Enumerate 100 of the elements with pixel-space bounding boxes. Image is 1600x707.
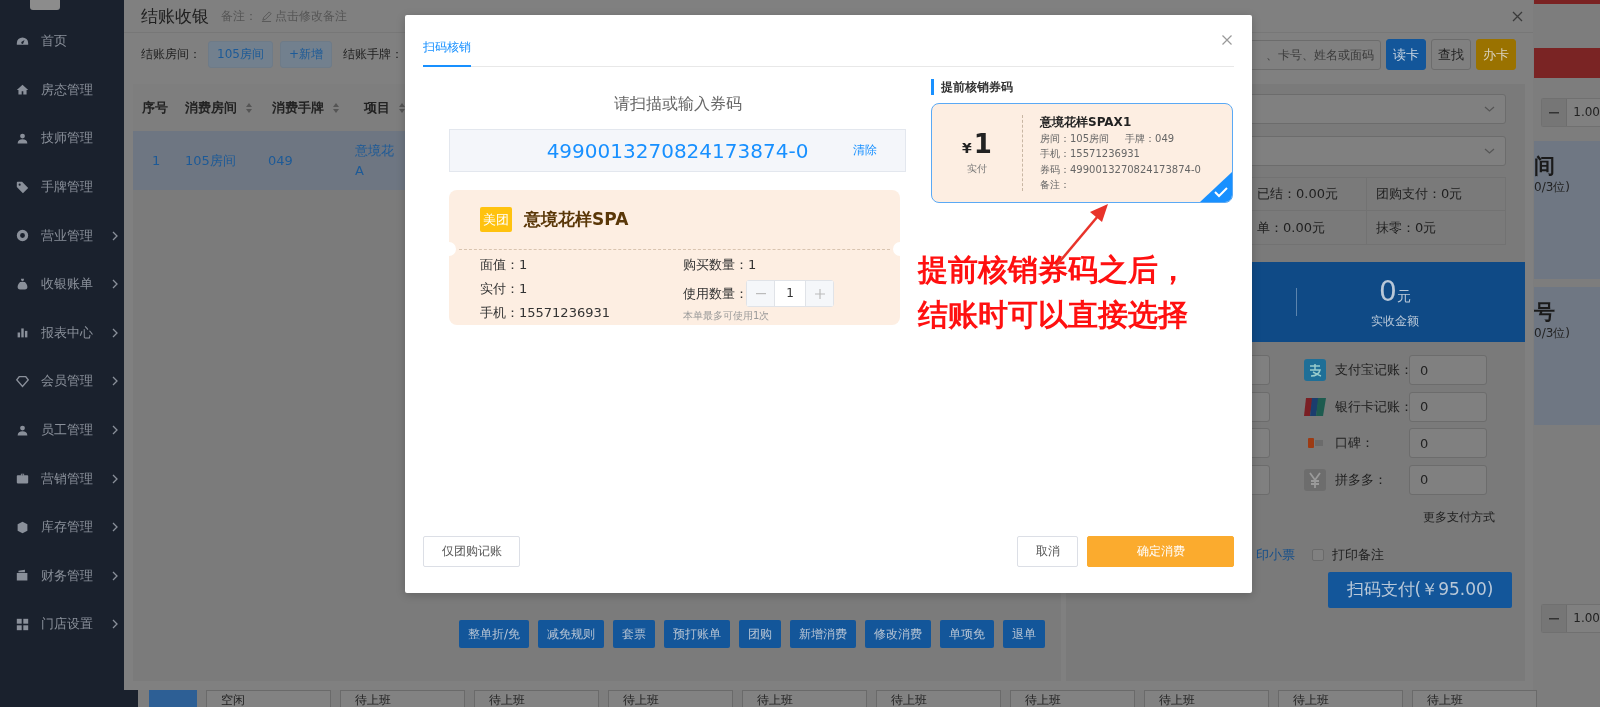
coupon-detail: 房间：105房间 (1040, 131, 1110, 146)
room-tile[interactable]: 待上班 (340, 690, 465, 707)
field-label: 结账手牌： (342, 46, 403, 63)
table-cell-text: 105房间 (184, 151, 237, 170)
coupon-code-field[interactable]: 4990013270824173874-0 清除 (449, 129, 906, 172)
quantity-stepper[interactable]: 1.00 (1541, 604, 1600, 633)
section-title: 提前核销券码 (931, 79, 1233, 95)
close-icon[interactable] (1222, 35, 1232, 45)
minus-icon[interactable] (755, 292, 766, 295)
annotation-text: 提前核销券码之后， (918, 251, 1188, 289)
summary-value: 团购支付：0元 (1367, 178, 1505, 211)
amount-field[interactable]: 0 (1409, 464, 1487, 495)
menu-item[interactable]: 营销管理 (0, 454, 124, 503)
field-label: 拼多多： (1335, 470, 1388, 489)
minus-icon[interactable] (1549, 617, 1560, 620)
quantity-stepper[interactable]: 1 (746, 280, 834, 307)
menu-item[interactable]: 库存管理 (0, 502, 124, 552)
room-tile[interactable]: 待上班 (1412, 690, 1537, 707)
diamond-icon (16, 374, 29, 388)
user-icon (16, 132, 29, 145)
coupon-detail: 手机：15571236931 (1040, 147, 1141, 162)
logo-icon (30, 0, 60, 10)
yuan-icon (1304, 468, 1326, 491)
lifebuoy-icon (16, 229, 29, 243)
tag-icon (16, 180, 29, 194)
cube-icon (16, 520, 29, 534)
annotation-text: 结账时可以直接选择 (918, 296, 1188, 334)
amount-field[interactable]: 0 (1409, 355, 1487, 385)
action-button[interactable]: 单项免 (940, 620, 994, 648)
plus-icon[interactable] (814, 288, 825, 299)
pay-button[interactable]: 扫码支付(￥95.00) (1328, 571, 1512, 608)
coupon-code: 4990013270824173874-0 (546, 138, 809, 163)
total-label: 实收金额 (1371, 312, 1419, 330)
prepaid-coupon-card[interactable]: ¥1 实付 意境花样SPAX1 房间：105房间 手牌：049 手机：15571236931 券码：4990013270824173874-0 备注： (931, 103, 1233, 203)
menu-item[interactable]: 技师管理 (0, 114, 124, 163)
home-icon (16, 83, 29, 97)
action-button[interactable]: 整单折/免 (458, 620, 529, 648)
action-button[interactable]: 团购 (739, 620, 781, 648)
briefcase-icon (16, 472, 29, 486)
coupon-detail: 购买数量：1 (683, 256, 758, 274)
room-card[interactable]: 号 0/3位) (1534, 287, 1600, 425)
coupon-detail: 面值：1 (480, 256, 529, 274)
gauge-icon (16, 34, 29, 48)
menu-item[interactable]: 首页 (0, 17, 124, 66)
header-bar (1534, 48, 1600, 78)
money-bag-icon (16, 277, 29, 291)
room-tile[interactable]: 待上班 (474, 690, 599, 707)
action-button[interactable]: 修改消费 (865, 620, 931, 648)
menu-item[interactable]: 手牌管理 (0, 162, 124, 212)
menu-item[interactable]: 员工管理 (0, 405, 124, 455)
minus-icon[interactable] (1549, 111, 1560, 114)
menu-item[interactable]: 门店设置 (0, 600, 124, 649)
room-capacity: 0/3位) (1534, 179, 1571, 195)
selected-check-icon (1200, 172, 1232, 202)
cancel-button[interactable]: 取消 (1017, 536, 1078, 567)
menu-item[interactable]: 会员管理 (0, 357, 124, 406)
bank-card-icon (1304, 395, 1326, 418)
action-button[interactable]: 新增消费 (790, 620, 856, 648)
room-tile[interactable]: 待上班 (742, 690, 867, 707)
toolbar-button[interactable]: 查找 (1431, 39, 1471, 70)
tab[interactable]: 扫码核销 (423, 39, 471, 67)
room-tile[interactable]: 待上班 (608, 690, 733, 707)
table-cell-text: A (355, 161, 365, 180)
action-button[interactable]: 退单 (1003, 620, 1045, 648)
menu-item[interactable]: 收银账单 (0, 259, 124, 309)
dropdown-caret-icon (1484, 106, 1495, 112)
toolbar-button[interactable]: 办卡 (1476, 39, 1516, 70)
close-icon[interactable] (1512, 10, 1523, 22)
table-cell-text: 1 (151, 153, 162, 168)
menu-item[interactable]: 营业管理 (0, 211, 124, 260)
room-tile[interactable]: 待上班 (876, 690, 1001, 707)
coupon-amount: ¥1 (962, 130, 992, 161)
more-payments-link[interactable]: 更多支付方式 (1423, 508, 1495, 526)
amount-field[interactable]: 0 (1409, 428, 1487, 458)
room-tile[interactable]: 待上班 (1010, 690, 1135, 707)
coupon-detail: 手牌：049 (1125, 131, 1175, 146)
room-tile[interactable]: 空闲 (206, 690, 331, 707)
menu-item[interactable]: 财务管理 (0, 551, 124, 601)
record-only-button[interactable]: 仅团购记账 (423, 536, 520, 567)
action-button[interactable]: 预打账单 (664, 620, 730, 648)
field-label: 银行卡记账： (1335, 397, 1409, 416)
room-card[interactable]: 间 0/3位) (1534, 141, 1600, 279)
menu-item[interactable]: 报表中心 (0, 308, 124, 358)
action-button[interactable]: 套票 (613, 620, 655, 648)
room-capacity: 0/3位) (1534, 325, 1571, 341)
coupon-name: 意境花样SPA (524, 208, 629, 231)
table-cell-text: 意境花 (355, 141, 394, 160)
menu-item[interactable]: 房态管理 (0, 65, 124, 115)
checkbox-label: 打印备注 (1332, 545, 1384, 564)
clear-link[interactable]: 清除 (853, 142, 877, 159)
amount-field[interactable]: 0 (1409, 391, 1487, 422)
room-name: 号 (1534, 299, 1556, 325)
amount-label: 实付 (967, 162, 987, 176)
quantity-stepper[interactable]: 1.00 (1541, 98, 1600, 127)
toolbar-button[interactable]: 读卡 (1386, 39, 1426, 70)
room-tile[interactable]: 待上班 (1144, 690, 1269, 707)
room-tile[interactable]: 待上班 (1278, 690, 1403, 707)
dropdown-caret-icon (1484, 148, 1495, 154)
scan-prompt: 请扫描或输入券码 (613, 93, 742, 115)
action-button[interactable]: 减免规则 (538, 620, 604, 648)
